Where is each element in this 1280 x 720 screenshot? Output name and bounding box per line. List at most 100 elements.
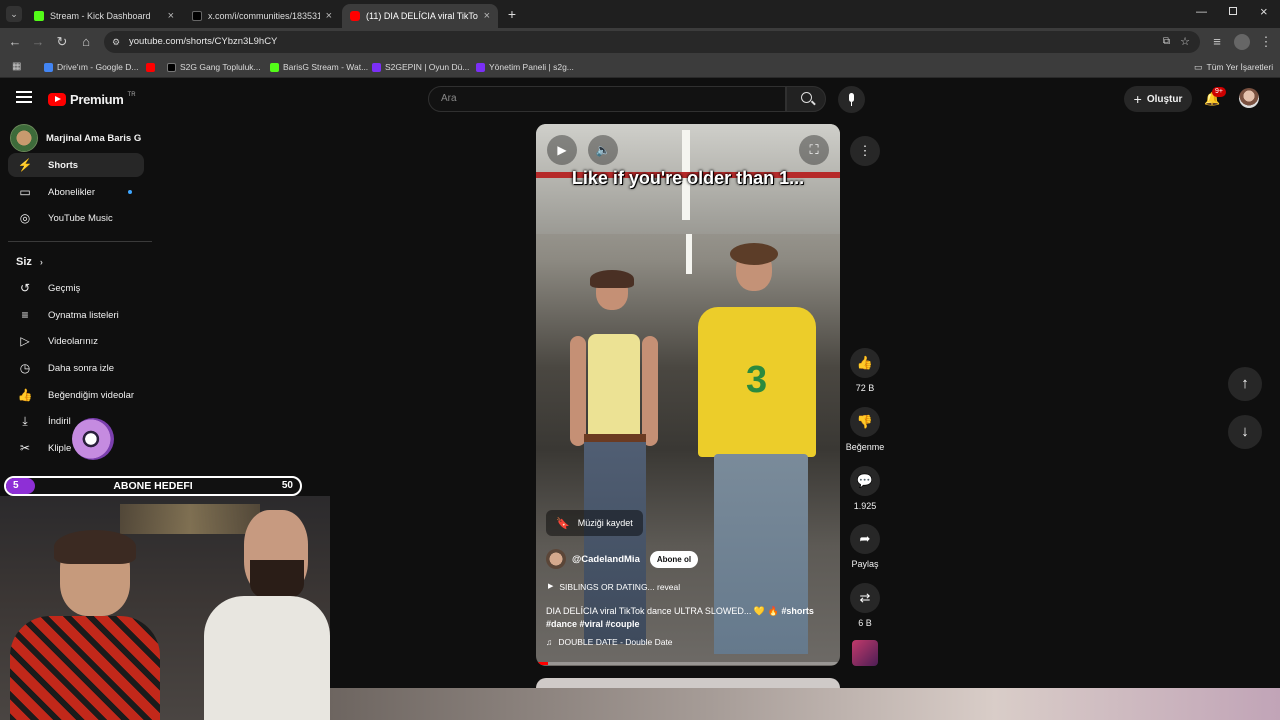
jersey-number: 3: [746, 359, 768, 401]
sidebar-item-watch-later[interactable]: ◷ Daha sonra izle: [8, 356, 144, 380]
play-button[interactable]: ▶: [547, 135, 577, 165]
all-bookmarks[interactable]: ▭ Tüm Yer İşaretleri: [1194, 60, 1273, 74]
sidebar-item-playlists[interactable]: ≡ Oynatma listeleri: [8, 303, 144, 327]
more-options-button[interactable]: ⋮: [850, 136, 880, 166]
install-app-icon[interactable]: ⧉: [1163, 31, 1170, 53]
tab-title: Stream - Kick Dashboard: [50, 11, 151, 21]
window-restore-icon[interactable]: [1229, 7, 1237, 15]
address-bar[interactable]: ⚙ youtube.com/shorts/CYbzn3L9hCY ⧉ ☆: [104, 31, 1200, 53]
voice-search-button[interactable]: [838, 86, 865, 113]
create-button[interactable]: + Oluştur: [1124, 86, 1192, 112]
save-music-label: Müziği kaydet: [577, 518, 633, 528]
subscriber-goal-bar: 5 ABONE HEDEFI 50: [4, 476, 302, 496]
browser-menu-icon[interactable]: ⋮: [1258, 34, 1274, 50]
sidebar-item-youtube-music[interactable]: ◎ YouTube Music: [8, 206, 144, 230]
bookmark-item[interactable]: Yönetim Paneli | s2g...: [476, 60, 574, 74]
comment-count: 1.925: [853, 501, 877, 511]
dancer-right: 3: [686, 243, 836, 659]
channel-name: Marjinal Ama Baris G: [46, 132, 142, 144]
hashtags[interactable]: #dance #viral #couple: [546, 619, 640, 629]
playlist-title: SIBLINGS OR DATING... reveal: [559, 582, 681, 592]
back-arrow-icon[interactable]: ←: [7, 34, 23, 50]
bookmark-item[interactable]: S2G Gang Topluluk...: [167, 60, 261, 74]
search-button[interactable]: [786, 86, 826, 112]
sidebar-item-liked-videos[interactable]: 👍 Beğendiğim videolar: [8, 383, 144, 407]
share-button[interactable]: ➦: [850, 524, 880, 554]
bookmark-item[interactable]: S2GEPIN | Oyun Dü...: [372, 60, 469, 74]
like-button[interactable]: 👍: [850, 348, 880, 378]
tab-title: x.com/i/communities/1835319: [208, 11, 320, 21]
bookmark-item[interactable]: Drive'ım - Google D...: [44, 60, 138, 74]
youtube-header: Premium TR Ara + Oluştur 🔔 9+: [0, 78, 1280, 122]
next-short-button[interactable]: ↓: [1228, 415, 1262, 449]
window-close-icon[interactable]: ×: [1260, 4, 1268, 19]
youtube-logo[interactable]: Premium TR: [48, 92, 136, 107]
reload-icon[interactable]: ↻: [54, 34, 70, 50]
sidebar-divider: [8, 241, 152, 242]
hamburger-menu-icon[interactable]: [16, 91, 32, 103]
save-music-button[interactable]: 🔖 Müziği kaydet: [546, 510, 643, 536]
window-minimize-icon[interactable]: —: [1196, 6, 1207, 18]
bookmark-item[interactable]: [146, 60, 155, 74]
tab-close-icon[interactable]: ×: [326, 10, 332, 22]
sidebar-item-your-videos[interactable]: ▷ Videolarınız: [8, 329, 144, 353]
bookmark-item[interactable]: BarisG Stream - Wat...: [270, 60, 368, 74]
hashtag[interactable]: #shorts: [781, 606, 814, 616]
browser-tab-active[interactable]: (11) DIA DELÍCIA viral TikTok d ×: [342, 4, 498, 28]
bookmark-label: Yönetim Paneli | s2g...: [489, 62, 574, 72]
bookmark-label: S2G Gang Topluluk...: [180, 62, 261, 72]
dislike-button[interactable]: 👎: [850, 407, 880, 437]
channel-handle[interactable]: @CadelandMia: [572, 554, 640, 565]
streamer-webcam: [0, 496, 330, 720]
url-text: youtube.com/shorts/CYbzn3L9hCY: [129, 36, 278, 47]
site-info-icon[interactable]: ⚙: [112, 31, 120, 53]
bookmark-label: BarisG Stream - Wat...: [283, 62, 369, 72]
sidebar-item-label: Shorts: [48, 159, 79, 171]
person-right: [200, 510, 330, 720]
premium-logo-text: Premium: [70, 92, 124, 107]
goal-label: ABONE HEDEFI: [113, 480, 193, 492]
title-text: DIA DELÍCIA viral TikTok dance ULTRA SLO…: [546, 606, 782, 616]
google-drive-icon: [44, 62, 53, 72]
browser-tab[interactable]: Stream - Kick Dashboard ×: [26, 4, 182, 28]
tab-list-button[interactable]: ⌄: [6, 6, 22, 22]
sound-row[interactable]: ♫ DOUBLE DATE - Double Date: [546, 637, 673, 647]
account-avatar[interactable]: [1239, 88, 1259, 108]
music-icon: ◎: [19, 211, 31, 225]
play-triangle-icon: ▶: [548, 583, 554, 590]
sound-thumbnail[interactable]: [852, 640, 878, 666]
chevron-right-icon: ›: [39, 257, 43, 267]
forward-arrow-icon[interactable]: →: [30, 34, 46, 50]
bookmark-star-icon[interactable]: ☆: [1180, 31, 1190, 53]
tab-close-icon[interactable]: ×: [484, 10, 490, 22]
sidebar-item-label: Beğendiğim videolar: [48, 389, 135, 401]
fullscreen-button[interactable]: ⛶: [799, 135, 829, 165]
profile-avatar[interactable]: [1234, 34, 1250, 50]
sidebar-item-history[interactable]: ↺ Geçmiş: [8, 276, 144, 300]
sidebar-you-header[interactable]: Siz ›: [16, 256, 43, 268]
you-label: Siz: [16, 256, 32, 268]
bookmarks-bar: ▦ Drive'ım - Google D... S2G Gang Toplul…: [0, 56, 1280, 78]
shorts-video-player[interactable]: ▶ 🔈 ⛶ Like if you're older than 1... 3 🔖…: [536, 124, 840, 666]
sidebar-item-shorts[interactable]: ⚡ Shorts: [8, 153, 144, 177]
search-input[interactable]: Ara: [428, 86, 786, 112]
remix-button[interactable]: ⇄: [850, 583, 880, 613]
previous-short-button[interactable]: ↑: [1228, 367, 1262, 401]
comments-button[interactable]: 💬: [850, 466, 880, 496]
subscribe-button[interactable]: Abone ol: [649, 550, 699, 568]
apps-grid-icon[interactable]: ▦: [12, 61, 21, 72]
playlist-row[interactable]: ▶ SIBLINGS OR DATING... reveal: [548, 582, 680, 592]
volume-button[interactable]: 🔈: [588, 135, 618, 165]
browser-tab-bar: ⌄ Stream - Kick Dashboard × x.com/i/comm…: [0, 0, 1280, 28]
channel-avatar[interactable]: [546, 549, 566, 569]
media-control-icon[interactable]: ≡: [1209, 34, 1225, 50]
sidebar-item-subscriptions[interactable]: ▭ Abonelikler: [8, 180, 144, 204]
new-tab-button[interactable]: +: [504, 6, 520, 22]
home-icon[interactable]: ⌂: [78, 34, 94, 50]
sidebar-channel[interactable]: Marjinal Ama Baris G: [10, 124, 150, 152]
video-progress-bar[interactable]: [536, 662, 840, 665]
video-title: DIA DELÍCIA viral TikTok dance ULTRA SLO…: [546, 605, 836, 631]
tab-close-icon[interactable]: ×: [168, 10, 174, 22]
clip-icon: ✂: [19, 441, 31, 455]
browser-tab[interactable]: x.com/i/communities/1835319 ×: [184, 4, 340, 28]
